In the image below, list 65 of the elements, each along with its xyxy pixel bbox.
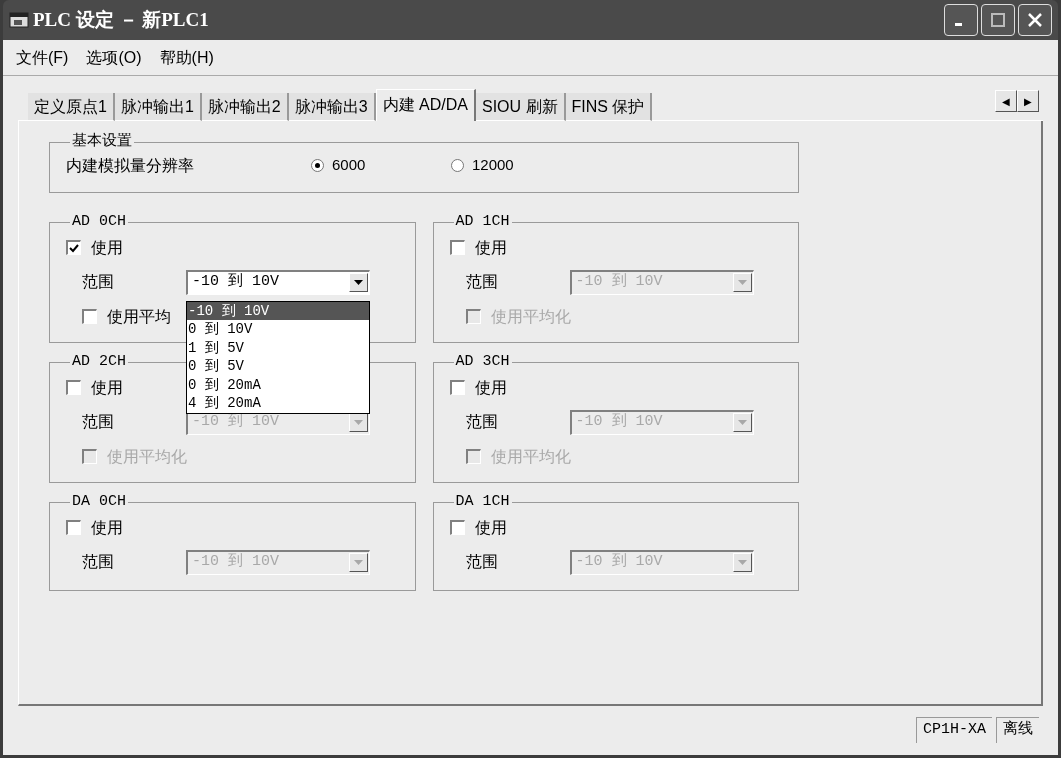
tab[interactable]: 脉冲输出3 [288, 93, 376, 121]
checkbox[interactable] [82, 309, 97, 324]
dropdown-option[interactable]: -10 到 10V [187, 301, 369, 320]
close-icon [1027, 12, 1043, 28]
range-label: 范围 [465, 412, 499, 432]
range-value: -10 到 10V [192, 272, 279, 293]
app-icon [9, 11, 29, 29]
radio-label: 6000 [332, 155, 366, 176]
tab[interactable]: FINS 保护 [565, 93, 653, 121]
maximize-button[interactable] [981, 4, 1015, 36]
minimize-button[interactable] [944, 4, 978, 36]
group-title: AD 3CH [454, 352, 511, 372]
range-label: 范围 [82, 552, 115, 572]
group-title: DA 0CH [71, 492, 127, 512]
close-button[interactable] [1018, 4, 1052, 36]
use-label: 使用 [91, 377, 123, 398]
radio-button[interactable] [311, 159, 324, 172]
averaging-label: 使用平均化 [490, 446, 571, 467]
menu-item[interactable]: 选项(O) [86, 45, 142, 70]
range-label: 范围 [465, 552, 499, 572]
group-title: DA 1CH [454, 492, 511, 512]
tab[interactable]: 脉冲输出1 [114, 93, 202, 121]
tab-scroll-button[interactable]: ◀ [995, 90, 1017, 112]
use-label: 使用 [474, 377, 507, 398]
maximize-icon [990, 12, 1006, 28]
radio-label: 12000 [472, 155, 514, 176]
minimize-icon [954, 23, 962, 26]
use-label: 使用 [91, 237, 123, 258]
group-title: AD 2CH [71, 352, 127, 372]
dropdown-option[interactable]: 0 到 10V [187, 320, 369, 339]
menu-item[interactable]: 文件(F) [16, 45, 69, 70]
use-label: 使用 [474, 237, 507, 258]
dropdown-option[interactable]: 1 到 5V [187, 338, 369, 357]
averaging-label: 使用平均 [107, 306, 171, 327]
tab[interactable]: 内建 AD/DA [375, 89, 476, 121]
dropdown-option[interactable]: 0 到 5V [187, 357, 369, 376]
menu-item[interactable]: 帮助(H) [159, 45, 214, 70]
status-cell: 离线 [996, 717, 1039, 743]
use-label: 使用 [91, 517, 123, 538]
group-title: 基本设置 [71, 131, 133, 152]
averaging-label: 使用平均化 [107, 446, 187, 467]
range-value: -10 到 10V [575, 552, 663, 573]
tab[interactable]: 定义原点1 [28, 93, 115, 121]
checkbox[interactable] [66, 240, 81, 255]
range-value: -10 到 10V [575, 272, 663, 293]
dropdown-option[interactable]: 0 到 20mA [187, 375, 369, 394]
window-title: PLC 设定 － 新PLC1 [33, 7, 209, 32]
status-cell: CP1H-XA [916, 717, 992, 743]
group-title: AD 1CH [454, 212, 511, 232]
range-label: 范围 [82, 272, 115, 292]
radio-button[interactable] [451, 159, 464, 172]
range-dropdown[interactable]: -10 到 10V [186, 269, 370, 295]
range-value: -10 到 10V [575, 412, 663, 433]
range-label: 范围 [82, 412, 115, 432]
tab[interactable]: SIOU 刷新 [475, 93, 566, 121]
resolution-label: 内建模拟量分辨率 [66, 155, 195, 176]
use-label: 使用 [474, 517, 507, 538]
tab[interactable]: 脉冲输出2 [201, 93, 289, 121]
range-value: -10 到 10V [192, 552, 279, 573]
group-title: AD 0CH [71, 212, 127, 232]
tab-scroll-button[interactable]: ▶ [1017, 90, 1039, 112]
range-label: 范围 [465, 272, 499, 292]
check-mark-icon [69, 243, 79, 253]
averaging-label: 使用平均化 [490, 306, 571, 327]
range-value: -10 到 10V [192, 412, 279, 433]
